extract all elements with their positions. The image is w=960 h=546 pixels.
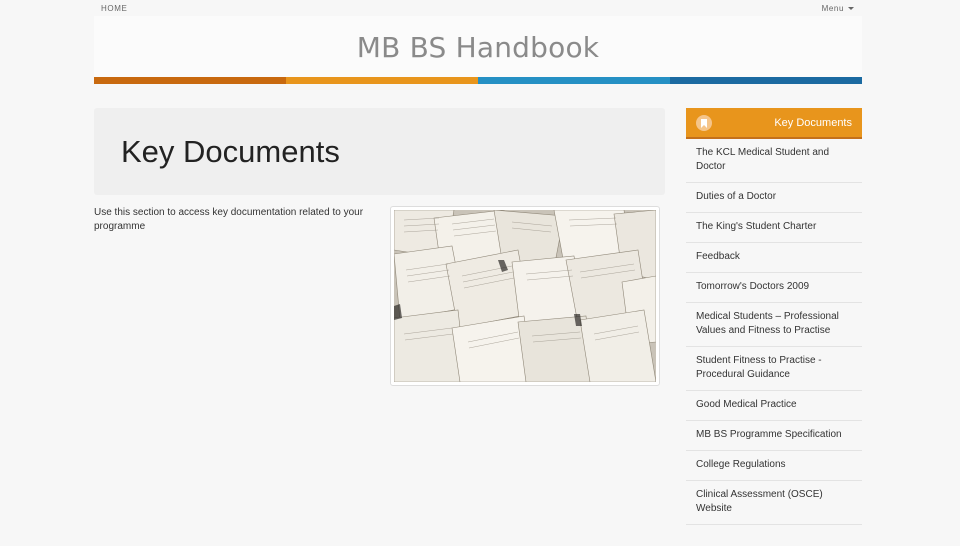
stripe-segment-2: [286, 77, 478, 84]
sidebar-item-tomorrows-doctors-2009[interactable]: Tomorrow's Doctors 2009: [686, 273, 862, 303]
sidebar-item-feedback[interactable]: Feedback: [686, 243, 862, 273]
sidebar-item-programme-specification[interactable]: MB BS Programme Specification: [686, 421, 862, 451]
sidebar-title: Key Documents: [774, 116, 852, 129]
stripe-segment-3: [478, 77, 670, 84]
sidebar-list: The KCL Medical Student and Doctor Dutie…: [686, 139, 862, 525]
sidebar-item-good-medical-practice[interactable]: Good Medical Practice: [686, 391, 862, 421]
stripe-segment-1: [94, 77, 286, 84]
color-stripe: [94, 77, 862, 84]
bookmark-icon: [696, 114, 712, 131]
sidebar-item-osce-website[interactable]: Clinical Assessment (OSCE) Website: [686, 481, 862, 525]
site-title[interactable]: MB BS Handbook: [357, 31, 599, 64]
sidebar-header[interactable]: Key Documents: [686, 108, 862, 139]
sidebar-item-college-regulations[interactable]: College Regulations: [686, 451, 862, 481]
top-nav-bar: HOME Menu: [94, 0, 862, 16]
intro-text: Use this section to access key documenta…: [94, 207, 364, 232]
caret-down-icon: [848, 7, 854, 10]
sidebar-item-professional-values[interactable]: Medical Students – Professional Values a…: [686, 303, 862, 347]
menu-label: Menu: [821, 3, 844, 13]
sidebar-item-kcl-medical-student-and-doctor[interactable]: The KCL Medical Student and Doctor: [686, 139, 862, 183]
sidebar: Key Documents The KCL Medical Student an…: [686, 108, 862, 525]
stripe-segment-4: [670, 77, 862, 84]
open-books-image: [390, 206, 660, 386]
home-link[interactable]: HOME: [94, 4, 127, 13]
books-illustration: [394, 210, 656, 382]
menu-dropdown[interactable]: Menu: [822, 4, 862, 13]
sidebar-item-duties-of-a-doctor[interactable]: Duties of a Doctor: [686, 183, 862, 213]
site-header: MB BS Handbook: [94, 16, 862, 78]
page-title: Key Documents: [121, 133, 340, 169]
page-title-banner: Key Documents: [94, 108, 665, 195]
sidebar-item-fitness-to-practise-guidance[interactable]: Student Fitness to Practise - Procedural…: [686, 347, 862, 391]
sidebar-item-kings-student-charter[interactable]: The King's Student Charter: [686, 213, 862, 243]
